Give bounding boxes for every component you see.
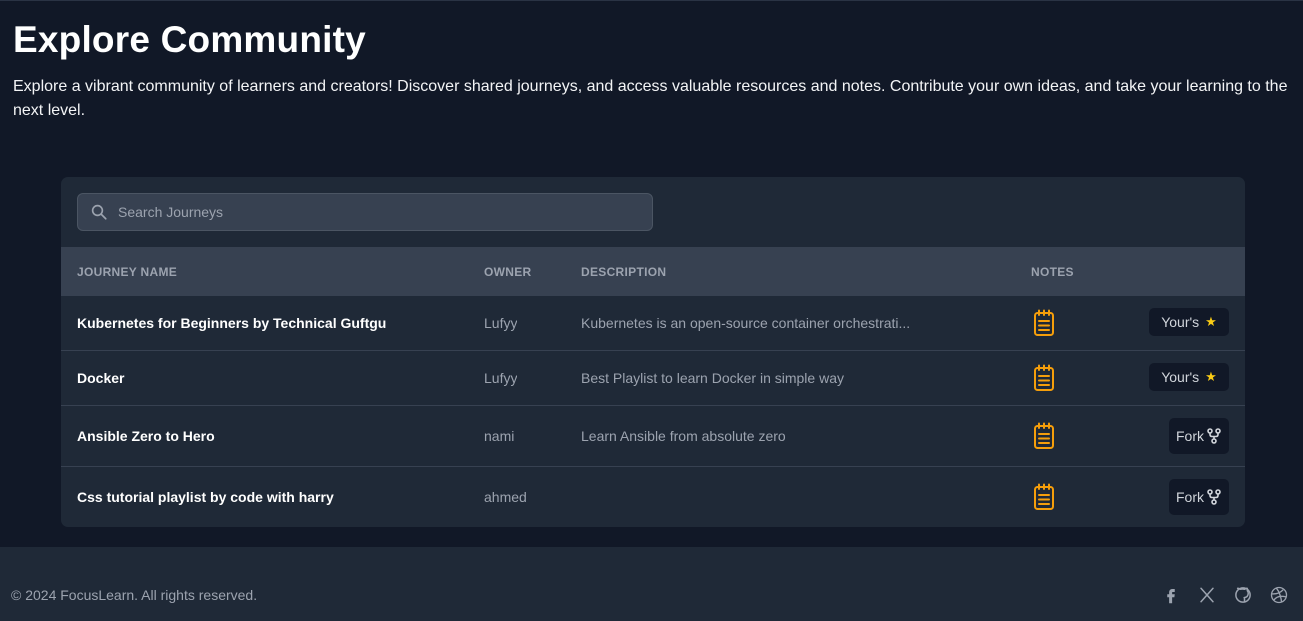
search-icon <box>91 204 107 220</box>
notepad-icon[interactable] <box>1033 364 1055 392</box>
x-icon[interactable] <box>1198 586 1216 604</box>
fork-label: Fork <box>1176 428 1204 444</box>
table-row[interactable]: Kubernetes for Beginners by Technical Gu… <box>61 295 1245 350</box>
journeys-card: JOURNEY NAME OWNER DESCRIPTION NOTES Kub… <box>61 177 1245 527</box>
notepad-icon[interactable] <box>1033 422 1055 450</box>
journey-name[interactable]: Kubernetes for Beginners by Technical Gu… <box>77 315 467 331</box>
dribbble-icon[interactable] <box>1270 586 1288 604</box>
page-title: Explore Community <box>13 19 366 60</box>
search-box[interactable] <box>77 193 653 231</box>
copyright-text: © 2024 FocusLearn. All rights reserved. <box>11 587 258 603</box>
fork-label: Fork <box>1176 489 1204 505</box>
star-icon: ★ <box>1205 369 1217 384</box>
footer: © 2024 FocusLearn. All rights reserved. <box>0 547 1303 621</box>
star-icon: ★ <box>1205 314 1217 329</box>
journey-description: Kubernetes is an open-source container o… <box>581 315 911 331</box>
journey-name[interactable]: Docker <box>77 370 467 386</box>
journey-owner: Lufyy <box>484 370 518 386</box>
notepad-icon[interactable] <box>1033 309 1055 337</box>
journey-name[interactable]: Ansible Zero to Hero <box>77 428 467 444</box>
page: Explore Community Explore a vibrant comm… <box>0 0 1303 621</box>
journey-description: Learn Ansible from absolute zero <box>581 428 786 444</box>
journey-owner: ahmed <box>484 489 527 505</box>
column-header-notes[interactable]: NOTES <box>1031 265 1074 279</box>
yours-label: Your's <box>1161 314 1200 330</box>
facebook-icon[interactable] <box>1162 586 1180 604</box>
search-input[interactable] <box>118 194 638 230</box>
table-header: JOURNEY NAME OWNER DESCRIPTION NOTES <box>61 247 1245 295</box>
journey-name[interactable]: Css tutorial playlist by code with harry <box>77 489 467 505</box>
fork-icon <box>1207 489 1221 505</box>
page-description: Explore a vibrant community of learners … <box>13 78 1288 119</box>
yours-badge[interactable]: Your's ★ <box>1149 363 1229 391</box>
column-header-journey-name[interactable]: JOURNEY NAME <box>77 265 177 279</box>
yours-badge[interactable]: Your's ★ <box>1149 308 1229 336</box>
journey-description: Best Playlist to learn Docker in simple … <box>581 370 844 386</box>
github-icon[interactable] <box>1234 586 1252 604</box>
fork-icon <box>1207 428 1221 444</box>
column-header-owner[interactable]: OWNER <box>484 265 532 279</box>
journey-owner: Lufyy <box>484 315 518 331</box>
table-row[interactable]: Docker Lufyy Best Playlist to learn Dock… <box>61 350 1245 405</box>
column-header-description[interactable]: DESCRIPTION <box>581 265 666 279</box>
fork-button[interactable]: Fork <box>1169 479 1229 515</box>
hero-section: Explore Community Explore a vibrant comm… <box>13 18 1293 123</box>
table-row[interactable]: Ansible Zero to Hero nami Learn Ansible … <box>61 405 1245 466</box>
table-row[interactable]: Css tutorial playlist by code with harry… <box>61 466 1245 527</box>
yours-label: Your's <box>1161 369 1200 385</box>
top-divider <box>0 0 1303 1</box>
journey-owner: nami <box>484 428 515 444</box>
notepad-icon[interactable] <box>1033 483 1055 511</box>
fork-button[interactable]: Fork <box>1169 418 1229 454</box>
